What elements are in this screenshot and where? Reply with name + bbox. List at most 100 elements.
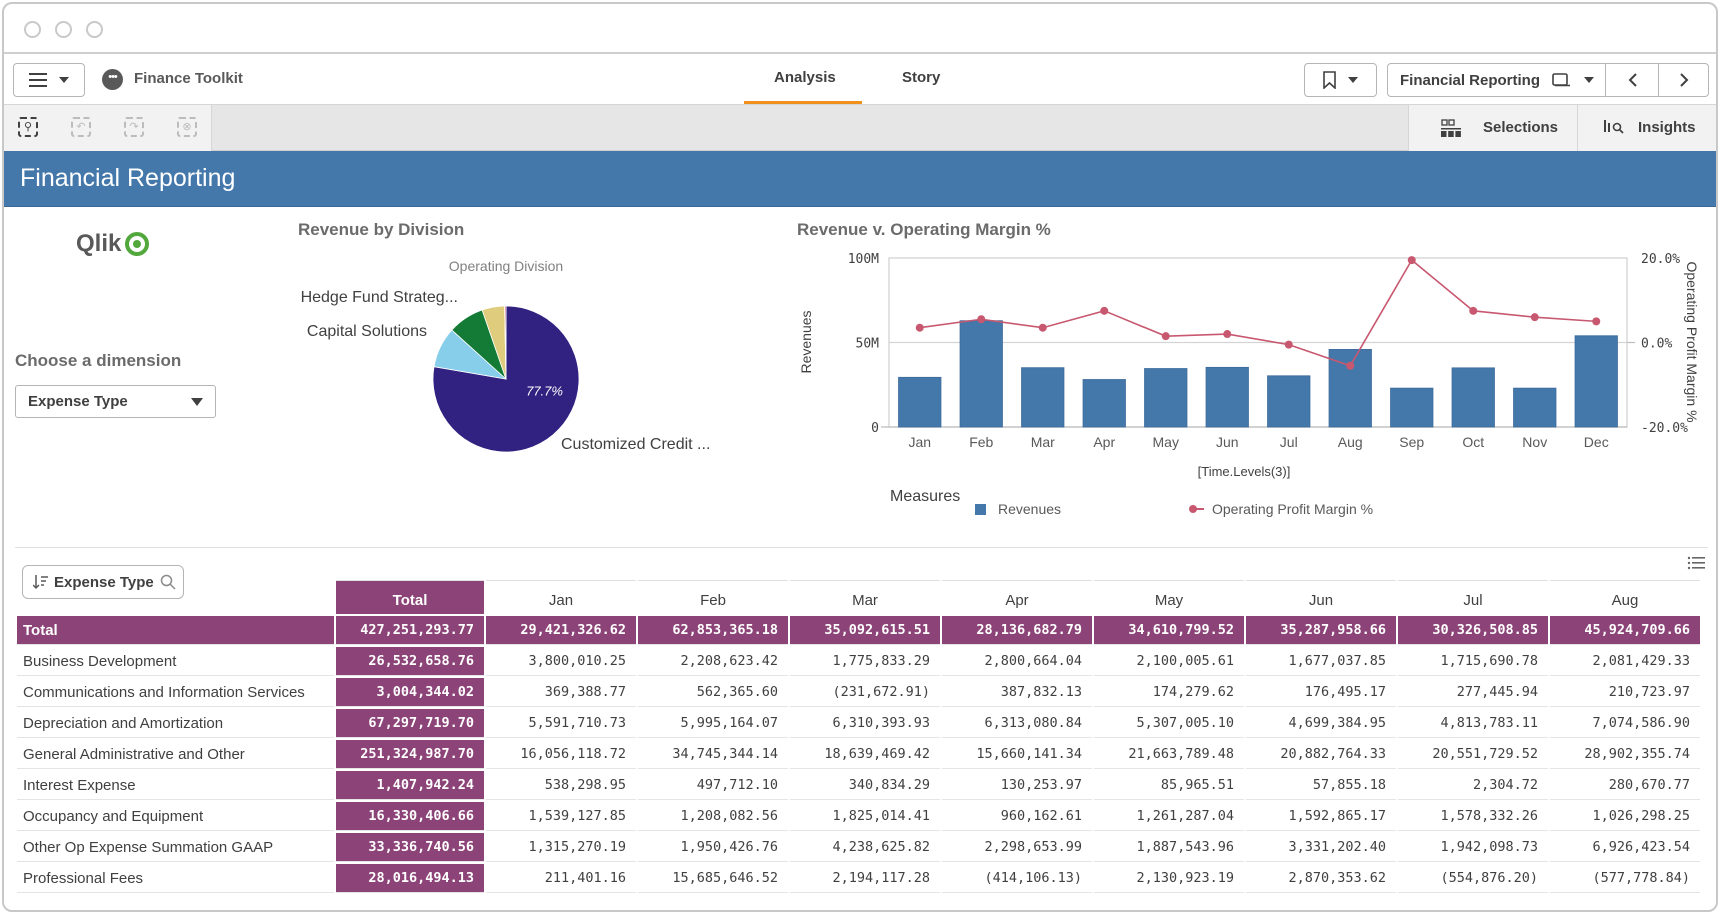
value-cell: 176,495.17 xyxy=(1246,678,1396,707)
value-cell: 1,539,127.85 xyxy=(486,802,636,831)
selections-label: Selections xyxy=(1483,119,1559,136)
margin-point[interactable] xyxy=(1223,330,1232,339)
pie-chart-title: Revenue by Division xyxy=(298,220,465,239)
step-forward-icon[interactable]: ↷ xyxy=(124,117,144,137)
value-cell: (554,876.20) xyxy=(1398,864,1548,893)
column-header[interactable]: Jun xyxy=(1246,580,1396,614)
column-header[interactable]: Jul xyxy=(1398,580,1548,614)
chevron-right-icon xyxy=(1679,73,1688,87)
margin-point[interactable] xyxy=(1346,361,1355,370)
dimension-dropdown[interactable]: Expense Type xyxy=(15,385,216,418)
row-total-cell: 3,004,344.02 xyxy=(336,678,484,707)
value-cell: 45,924,709.66 xyxy=(1550,616,1700,645)
margin-point[interactable] xyxy=(977,315,986,324)
value-cell: 1,825,014.41 xyxy=(790,802,940,831)
app-window: ••• Finance Toolkit Analysis Story Finan… xyxy=(2,2,1718,912)
insights-button[interactable]: Insights xyxy=(1578,105,1716,151)
revenue-bar[interactable] xyxy=(1021,367,1065,428)
value-cell: 28,902,355.74 xyxy=(1550,740,1700,769)
value-cell: 29,421,326.62 xyxy=(486,616,636,645)
table-row: Professional Fees 28,016,494.13 211,401.16… xyxy=(17,864,1700,893)
chevron-left-icon xyxy=(1628,73,1637,87)
row-label[interactable]: Interest Expense xyxy=(17,771,334,800)
selections-icon xyxy=(1441,119,1461,137)
column-header[interactable]: Feb xyxy=(638,580,788,614)
margin-point[interactable] xyxy=(915,323,924,332)
column-header[interactable]: Jan xyxy=(486,580,636,614)
legend-margin-label[interactable]: Operating Profit Margin % xyxy=(1212,501,1373,517)
revenue-margin-combo-chart[interactable]: 0 50M 100M -20.0% 0.0% 20.0% Jan Feb Mar Apr May Ju… xyxy=(794,249,1714,524)
column-header[interactable]: Mar xyxy=(790,580,940,614)
margin-point[interactable] xyxy=(1161,332,1170,341)
row-label[interactable]: Communications and Information Services xyxy=(17,678,334,707)
revenue-bar[interactable] xyxy=(1574,335,1618,428)
table-menu-icon[interactable] xyxy=(1687,556,1705,574)
row-label[interactable]: Occupancy and Equipment xyxy=(17,802,334,831)
value-cell: 7,074,586.90 xyxy=(1550,709,1700,738)
margin-point[interactable] xyxy=(1530,313,1539,322)
value-cell: 210,723.97 xyxy=(1550,678,1700,707)
margin-point[interactable] xyxy=(1407,256,1416,265)
value-cell: 340,834.29 xyxy=(790,771,940,800)
column-header[interactable]: May xyxy=(1094,580,1244,614)
revenue-bar[interactable] xyxy=(1390,387,1434,428)
clear-selections-icon[interactable]: ⊗ xyxy=(177,117,197,137)
column-header[interactable]: Apr xyxy=(942,580,1092,614)
revenue-by-division-pie[interactable]: Operating Division 77.7% Customized Credi… xyxy=(284,249,744,464)
revenue-bar[interactable] xyxy=(1267,375,1311,428)
legend-revenues-label[interactable]: Revenues xyxy=(998,501,1061,517)
revenue-bar[interactable] xyxy=(898,376,942,428)
step-back-icon[interactable]: ↶ xyxy=(71,117,91,137)
y2-tick-label: 0.0% xyxy=(1641,337,1672,352)
margin-point[interactable] xyxy=(1100,306,1109,315)
row-label[interactable]: Professional Fees xyxy=(17,864,334,893)
pie-subtitle: Operating Division xyxy=(449,258,563,274)
margin-point[interactable] xyxy=(1038,323,1047,332)
revenue-bar[interactable] xyxy=(1144,368,1188,428)
column-header[interactable]: Total xyxy=(336,580,484,614)
value-cell: 85,965.51 xyxy=(1094,771,1244,800)
value-cell: 62,853,365.18 xyxy=(638,616,788,645)
column-header[interactable]: Aug xyxy=(1550,580,1700,614)
revenue-bar[interactable] xyxy=(1205,366,1249,428)
x-axis-label: [Time.Levels(3)] xyxy=(1198,464,1291,479)
previous-sheet-button[interactable] xyxy=(1606,64,1658,96)
revenue-bar[interactable] xyxy=(959,320,1003,428)
value-cell: 1,592,865.17 xyxy=(1246,802,1396,831)
selections-button[interactable]: Selections xyxy=(1409,105,1577,151)
revenue-bar[interactable] xyxy=(1513,387,1557,428)
revenue-bar[interactable] xyxy=(1082,379,1126,428)
value-cell: 562,365.60 xyxy=(638,678,788,707)
x-tick-label: May xyxy=(1153,434,1179,450)
row-label[interactable]: Total xyxy=(17,616,334,645)
total-row: Total 427,251,293.77 29,421,326.62 62,853,3… xyxy=(17,616,1700,645)
value-cell: 2,208,623.42 xyxy=(638,647,788,676)
global-menu-button[interactable] xyxy=(13,63,85,97)
tab-story[interactable]: Story xyxy=(902,69,940,86)
value-cell: 57,855.18 xyxy=(1246,771,1396,800)
minimize-window-button[interactable] xyxy=(55,21,72,38)
value-cell: 280,670.77 xyxy=(1550,771,1700,800)
value-cell: 5,307,005.10 xyxy=(1094,709,1244,738)
next-sheet-button[interactable] xyxy=(1659,64,1709,96)
margin-point[interactable] xyxy=(1592,317,1601,326)
smart-search-icon[interactable]: ⚲ xyxy=(18,117,38,137)
margin-point[interactable] xyxy=(1469,306,1478,315)
sheet-navigator: Financial Reporting xyxy=(1387,63,1709,97)
x-tick-label: Dec xyxy=(1584,434,1609,450)
value-cell: 21,663,789.48 xyxy=(1094,740,1244,769)
caret-down-icon[interactable] xyxy=(1584,77,1595,83)
expense-pivot-table: Expense Type Total Jan Feb Mar Apr May Jun Jul A… xyxy=(15,547,1708,897)
row-label[interactable]: Business Development xyxy=(17,647,334,676)
revenue-bar[interactable] xyxy=(1451,367,1495,428)
row-label[interactable]: Depreciation and Amortization xyxy=(17,709,334,738)
sheet-header: Financial Reporting xyxy=(4,151,1716,207)
maximize-window-button[interactable] xyxy=(86,21,103,38)
margin-point[interactable] xyxy=(1284,340,1293,349)
tab-analysis[interactable]: Analysis xyxy=(774,69,836,86)
row-label[interactable]: Other Op Expense Summation GAAP xyxy=(17,833,334,862)
bookmarks-button[interactable] xyxy=(1304,63,1377,97)
sheet-selector[interactable]: Financial Reporting xyxy=(1400,72,1540,89)
row-label[interactable]: General Administrative and Other xyxy=(17,740,334,769)
close-window-button[interactable] xyxy=(24,21,41,38)
